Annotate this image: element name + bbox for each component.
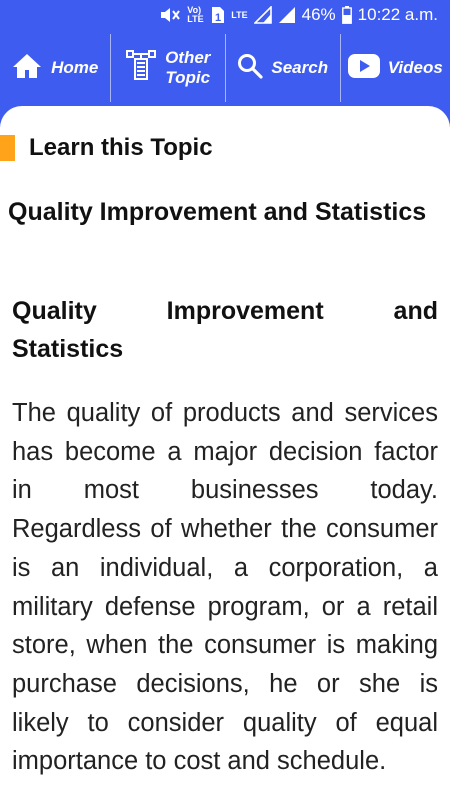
- signal-icon-2: [278, 6, 296, 24]
- article-body: The quality of products and services has…: [12, 399, 438, 776]
- sim-number: 1: [215, 12, 221, 24]
- section-header: Learn this Topic: [0, 134, 213, 162]
- nav-other-topic-label: Other Topic: [165, 48, 210, 88]
- mute-icon: [159, 6, 181, 24]
- lte-indicator: LTE: [231, 9, 248, 20]
- clock: 10:22 a.m.: [357, 5, 438, 24]
- status-bar: Vo) LTE 1 LTE 46% 10:22 a.m.: [0, 0, 450, 30]
- nav-other-line2: Topic: [165, 68, 211, 87]
- nav-search-label: Search: [271, 58, 329, 77]
- volte-indicator: Vo) LTE: [187, 5, 204, 24]
- battery-icon: [341, 6, 352, 24]
- search-icon: [237, 53, 263, 84]
- nav-other-topic-button[interactable]: Other Topic: [111, 30, 225, 106]
- section-accent-bar: [0, 135, 15, 161]
- content-card[interactable]: Learn this Topic Quality Improvement and…: [0, 106, 450, 800]
- top-nav-bar: Home Other Topic Search Videos: [0, 30, 450, 106]
- topic-title: Quality Improvement and Statistics: [8, 198, 427, 226]
- article: Quality Improvement and Statistics The q…: [12, 292, 438, 781]
- nav-videos-button[interactable]: Videos: [341, 30, 450, 106]
- topic-tree-icon: [125, 49, 157, 88]
- article-heading-line2: Statistics: [12, 335, 124, 363]
- article-heading-line1-wrap: Quality Improvement and: [12, 292, 438, 330]
- battery-percent: 46%: [301, 5, 336, 24]
- section-title: Learn this Topic: [29, 134, 213, 161]
- home-icon: [11, 52, 43, 85]
- nav-videos-label: Videos: [387, 58, 443, 77]
- article-heading-line1: Quality Improvement and: [12, 297, 438, 325]
- nav-home-button[interactable]: Home: [0, 30, 110, 106]
- nav-home-label: Home: [51, 58, 99, 77]
- signal-icon: [253, 6, 272, 24]
- nav-other-line1: Other: [165, 48, 211, 67]
- article-heading: Quality Improvement and Statistics: [12, 292, 438, 368]
- play-video-icon: [347, 53, 380, 83]
- sim-card-icon: 1: [211, 6, 225, 24]
- nav-search-button[interactable]: Search: [226, 30, 340, 106]
